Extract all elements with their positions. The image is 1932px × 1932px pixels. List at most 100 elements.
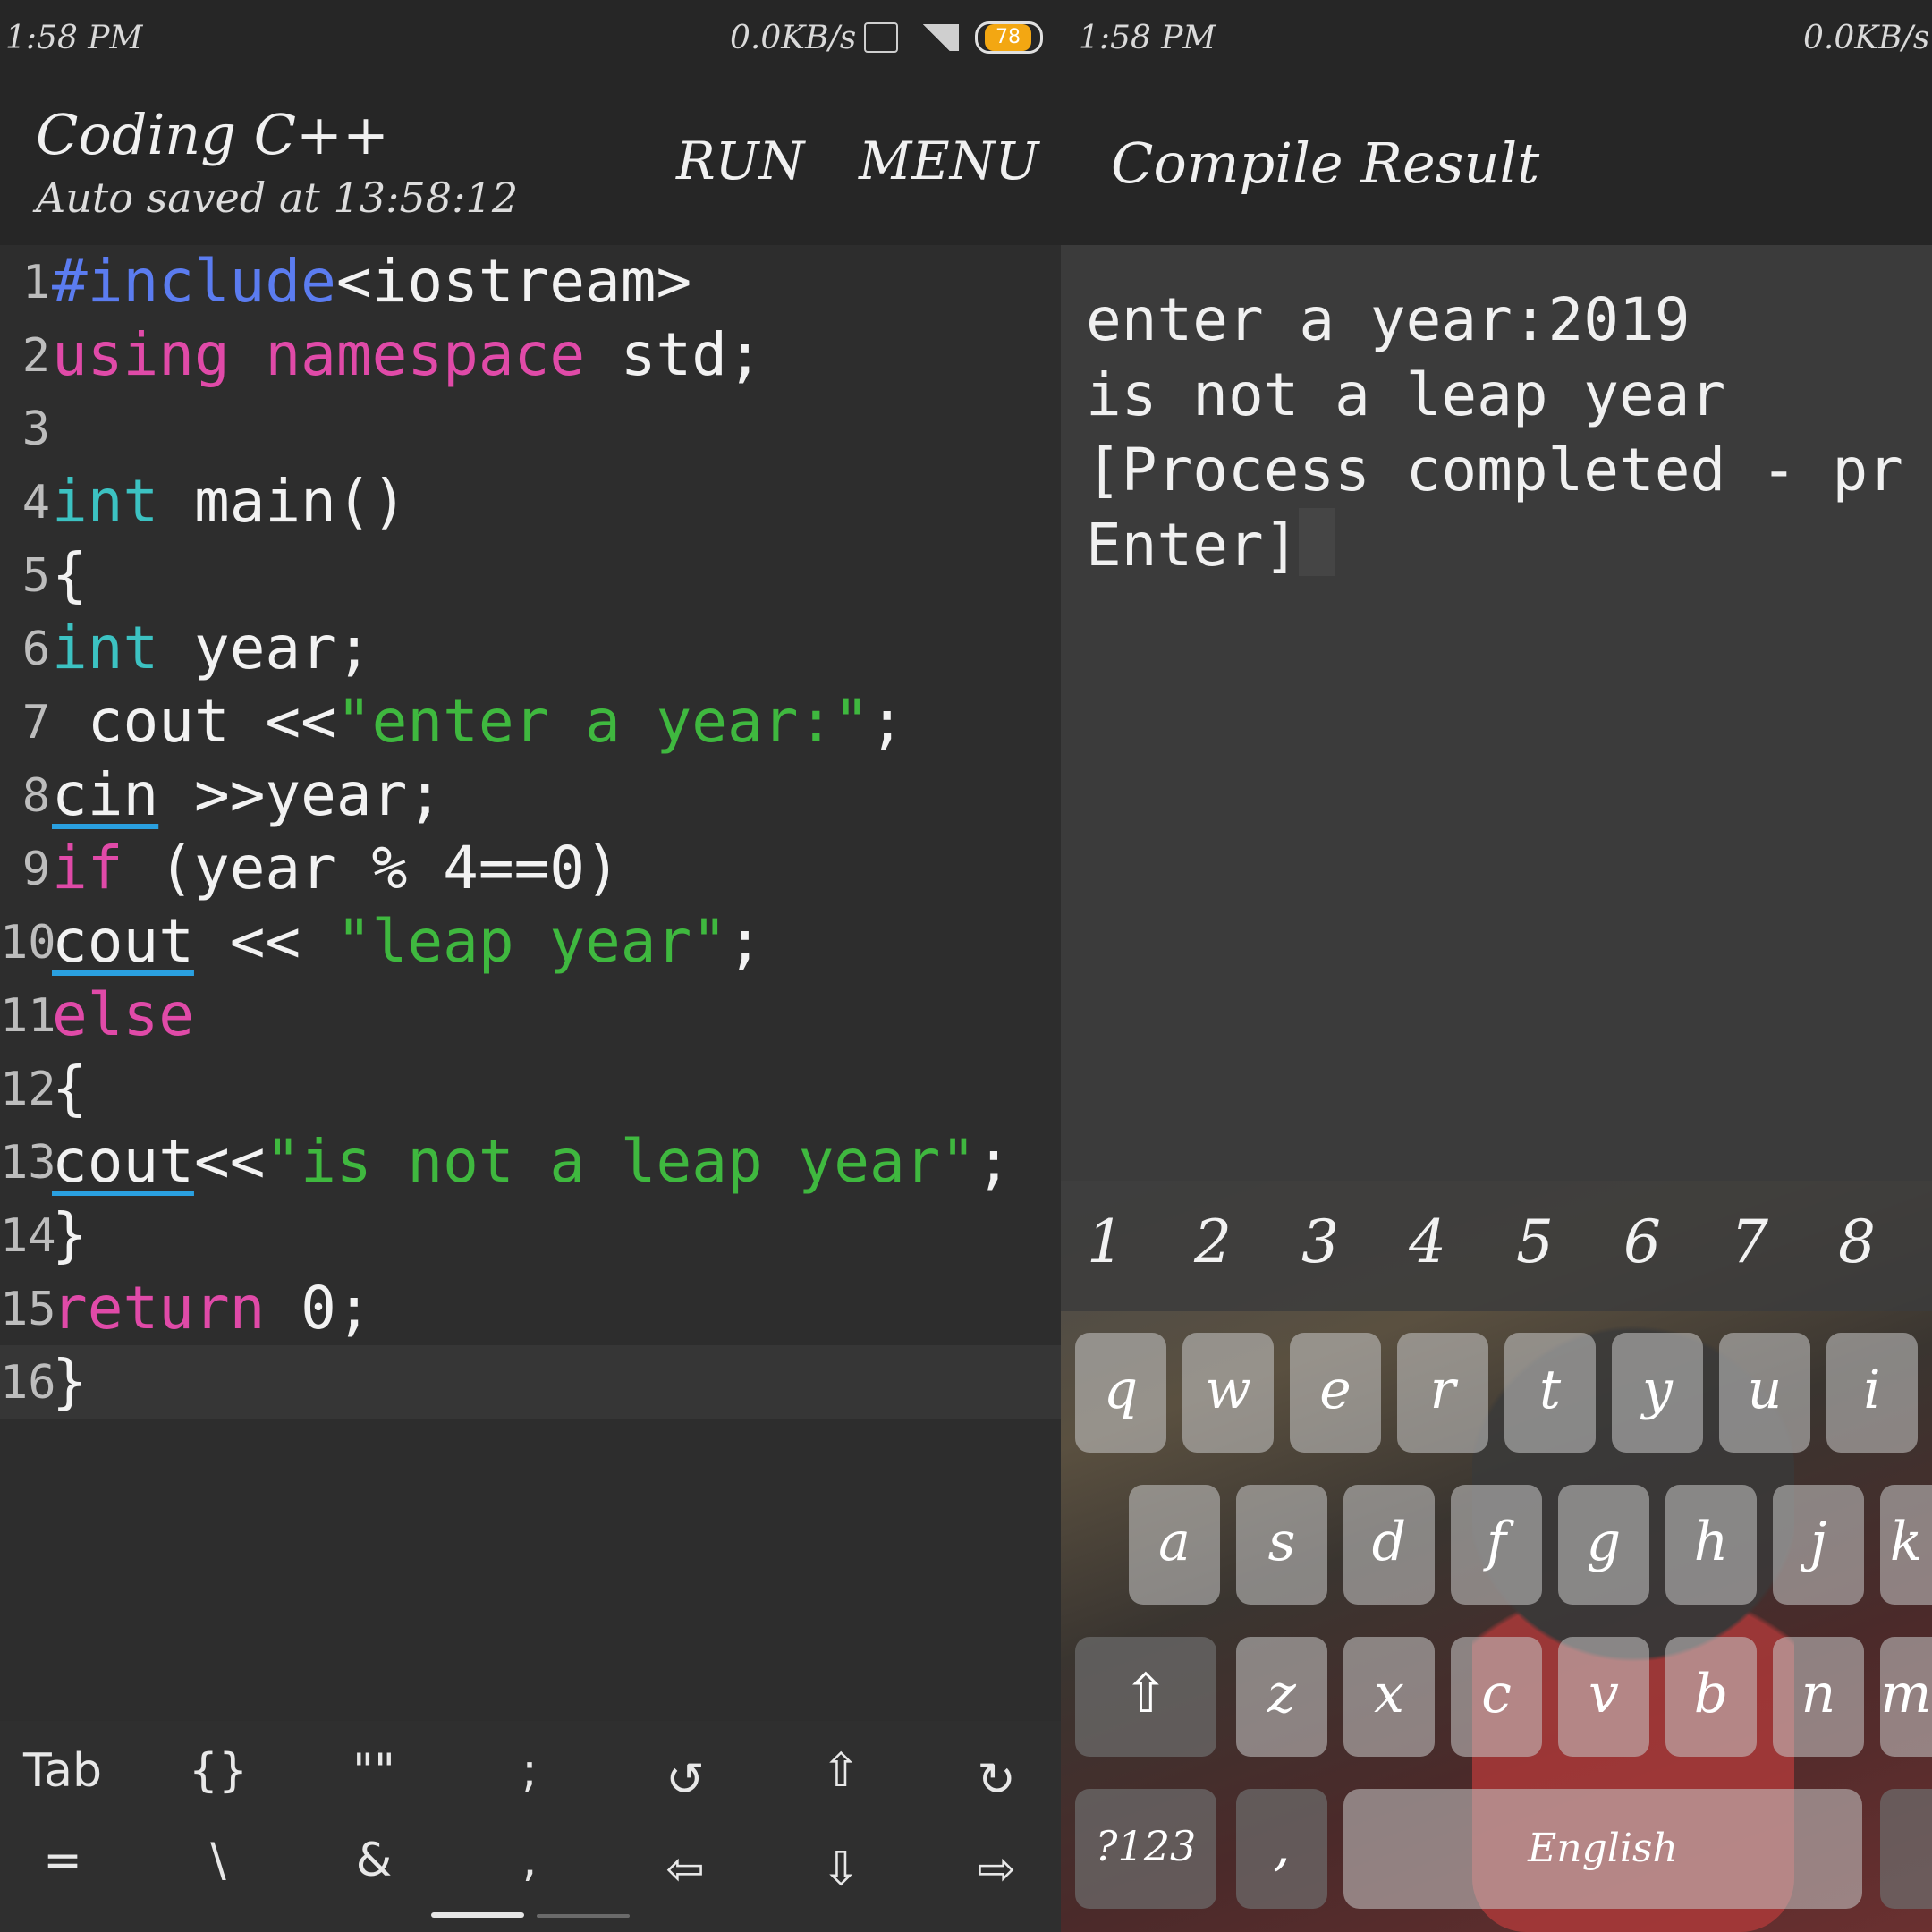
equals-key[interactable]: =: [0, 1834, 125, 1887]
key-r[interactable]: r: [1397, 1333, 1488, 1453]
status-time: 1:58 PM: [5, 20, 143, 56]
space-bar[interactable]: English: [1343, 1789, 1862, 1909]
period-key[interactable]: [1880, 1789, 1932, 1909]
arrow-up-icon[interactable]: ⇧: [778, 1744, 903, 1798]
key-7[interactable]: 7: [1705, 1208, 1794, 1276]
code-line[interactable]: 11 else: [0, 979, 1061, 1052]
key-8[interactable]: 8: [1812, 1208, 1902, 1276]
key-e[interactable]: e: [1290, 1333, 1381, 1453]
line-number: 10: [0, 916, 56, 970]
code-line[interactable]: 14 }: [0, 1199, 1061, 1272]
line-number: 2: [21, 329, 50, 383]
semicolon-key[interactable]: ;: [467, 1744, 592, 1798]
line-number: 4: [21, 476, 50, 530]
code-line[interactable]: 12 {: [0, 1052, 1061, 1125]
page-indicator: [537, 1914, 630, 1918]
comma-key-kb[interactable]: ,: [1236, 1789, 1327, 1909]
code-line[interactable]: 1 #include<iostream>: [0, 245, 1061, 318]
key-y[interactable]: y: [1612, 1333, 1703, 1453]
code-token: if: [52, 834, 123, 902]
redo-icon[interactable]: ↻: [934, 1753, 1059, 1807]
code-token: }: [52, 1200, 88, 1269]
key-k[interactable]: k: [1880, 1485, 1932, 1605]
code-line[interactable]: 2 using namespace std;: [0, 318, 1061, 392]
code-line[interactable]: 7 cout <<"enter a year:";: [0, 685, 1061, 758]
code-line[interactable]: 3: [0, 392, 1061, 465]
key-b[interactable]: b: [1665, 1637, 1757, 1757]
tab-key[interactable]: Tab: [0, 1744, 125, 1798]
key-c[interactable]: c: [1451, 1637, 1542, 1757]
key-5[interactable]: 5: [1490, 1208, 1580, 1276]
arrow-down-icon[interactable]: ⇩: [778, 1843, 903, 1896]
code-line[interactable]: 8 cin >>year;: [0, 758, 1061, 832]
code-editor[interactable]: 1 #include<iostream> 2 using namespace s…: [0, 245, 1061, 1721]
quotes-key[interactable]: "": [311, 1744, 436, 1798]
key-d[interactable]: d: [1343, 1485, 1435, 1605]
shift-icon[interactable]: ⇧: [1075, 1637, 1216, 1757]
code-line[interactable]: 4 int main(): [0, 465, 1061, 538]
status-bar: 1:58 PM 0.0KB/s 78: [0, 0, 1061, 77]
line-number: 5: [21, 549, 50, 603]
comma-key[interactable]: ,: [467, 1834, 592, 1887]
key-s[interactable]: s: [1236, 1485, 1327, 1605]
key-f[interactable]: f: [1451, 1485, 1542, 1605]
status-bar-right: 1:58 PM 0.0KB/s: [1061, 0, 1932, 77]
symbol-toolbar: Tab {} "" ; ↺ ⇧ ↻ = \ & , ⇦ ⇩ ⇨: [0, 1721, 1061, 1932]
code-token: (year % 4==0): [123, 834, 621, 902]
arrow-right-icon[interactable]: ⇨: [934, 1843, 1059, 1896]
key-2[interactable]: 2: [1168, 1208, 1258, 1276]
backslash-key[interactable]: \: [156, 1834, 281, 1887]
ampersand-key[interactable]: &: [311, 1834, 436, 1887]
code-token: 0;: [265, 1274, 372, 1343]
key-j[interactable]: j: [1773, 1485, 1864, 1605]
key-q[interactable]: q: [1075, 1333, 1166, 1453]
braces-key[interactable]: {}: [156, 1744, 281, 1798]
line-number: 8: [21, 769, 50, 823]
key-h[interactable]: h: [1665, 1485, 1757, 1605]
arrow-left-icon[interactable]: ⇦: [623, 1843, 748, 1896]
key-w[interactable]: w: [1182, 1333, 1274, 1453]
code-token: else: [52, 980, 194, 1049]
key-m[interactable]: m: [1880, 1637, 1932, 1757]
symbols-key[interactable]: ?123: [1075, 1789, 1216, 1909]
undo-icon[interactable]: ↺: [623, 1753, 748, 1807]
key-3[interactable]: 3: [1275, 1208, 1365, 1276]
key-i[interactable]: i: [1826, 1333, 1918, 1453]
key-v[interactable]: v: [1558, 1637, 1649, 1757]
output-line: enter a year:2019: [1086, 285, 1690, 354]
line-number: 15: [0, 1283, 56, 1336]
code-line[interactable]: 5 {: [0, 538, 1061, 612]
key-g[interactable]: g: [1558, 1485, 1649, 1605]
editor-screen: 1:58 PM 0.0KB/s 78 Coding C++ Auto saved…: [0, 0, 1061, 1932]
key-z[interactable]: z: [1236, 1637, 1327, 1757]
code-token: {: [52, 1054, 88, 1123]
key-u[interactable]: u: [1719, 1333, 1810, 1453]
console-output[interactable]: enter a year:2019 is not a leap year [Pr…: [1086, 283, 1932, 583]
key-n[interactable]: n: [1773, 1637, 1864, 1757]
menu-button[interactable]: MENU: [859, 131, 1038, 191]
code-line[interactable]: 9 if (year % 4==0): [0, 832, 1061, 905]
key-x[interactable]: x: [1343, 1637, 1435, 1757]
key-t[interactable]: t: [1504, 1333, 1596, 1453]
code-token: ;: [976, 1127, 1012, 1196]
key-1[interactable]: 1: [1061, 1208, 1150, 1276]
code-line[interactable]: 10 cout << "leap year";: [0, 905, 1061, 979]
line-number: 6: [21, 623, 50, 676]
code-line-current[interactable]: 16 }: [0, 1345, 1061, 1419]
run-button[interactable]: RUN: [676, 131, 804, 191]
result-app-bar: Compile Result: [1061, 77, 1932, 245]
key-6[interactable]: 6: [1597, 1208, 1687, 1276]
page-indicator-active: [431, 1912, 524, 1918]
result-screen: 1:58 PM 0.0KB/s Compile Result enter a y…: [1061, 0, 1932, 1932]
code-token: <<: [193, 1127, 266, 1196]
line-number: 9: [21, 843, 50, 896]
code-line[interactable]: 6 int year;: [0, 612, 1061, 685]
key-4[interactable]: 4: [1383, 1208, 1472, 1276]
code-token: main(): [158, 467, 408, 536]
code-line[interactable]: 13 cout<<"is not a leap year";: [0, 1125, 1061, 1199]
output-line: Enter]: [1086, 511, 1300, 580]
code-token: <iostream>: [335, 247, 692, 316]
app-title: Coding C++: [36, 102, 389, 167]
code-line[interactable]: 15 return 0;: [0, 1272, 1061, 1345]
key-a[interactable]: a: [1129, 1485, 1220, 1605]
